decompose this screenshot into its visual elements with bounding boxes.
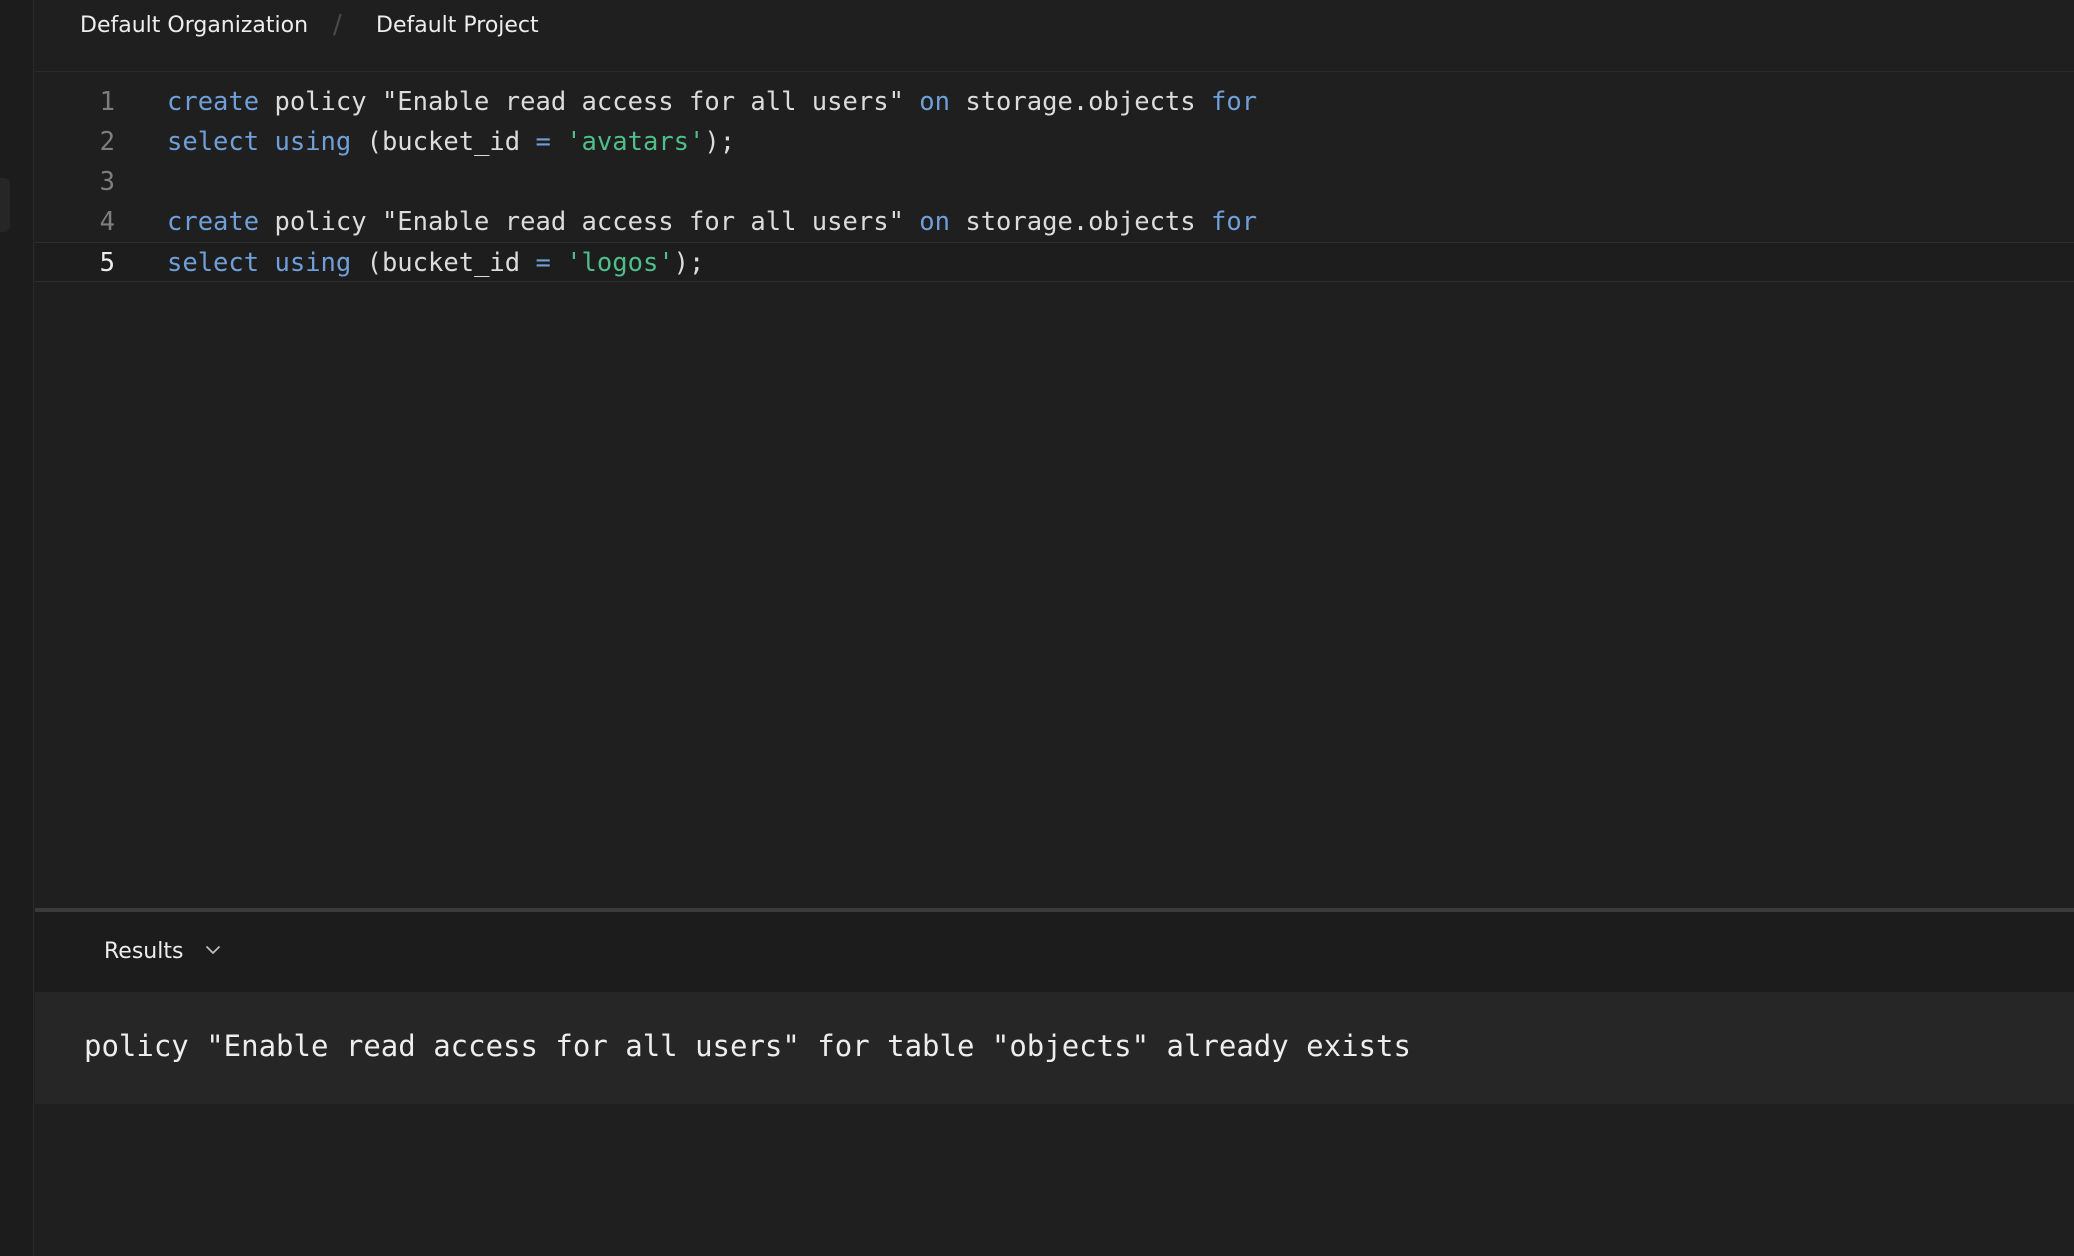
line-number: 2	[99, 127, 115, 157]
code-token: on	[919, 87, 950, 117]
code-token: storage.objects	[950, 87, 1211, 117]
code-line[interactable]: 5 select using (bucket_id = 'logos');	[35, 242, 2074, 282]
code-token: policy "Enable read access for all users…	[259, 87, 920, 117]
breadcrumb-separator: /	[333, 10, 342, 40]
code-line[interactable]: 1 create policy "Enable read access for a…	[35, 82, 2074, 122]
breadcrumb-project[interactable]: Default Project	[376, 13, 539, 38]
code-text[interactable]: create policy "Enable read access for al…	[167, 202, 1257, 242]
code-line[interactable]: 3	[35, 162, 2074, 202]
code-token: =	[535, 248, 551, 278]
error-message: policy "Enable read access for all users…	[84, 1029, 1411, 1063]
code-line[interactable]: 2 select using (bucket_id = 'avatars');	[35, 122, 2074, 162]
top-bar: Default Organization / Default Project	[35, 0, 2074, 72]
sql-editor[interactable]: 1 create policy "Enable read access for a…	[35, 72, 2074, 908]
left-sidebar	[0, 0, 34, 1256]
results-empty-area	[35, 1104, 2074, 1256]
code-token: using	[274, 248, 352, 278]
code-token: 'avatars'	[566, 127, 705, 157]
code-text[interactable]: select using (bucket_id = 'logos');	[167, 243, 704, 283]
line-number: 4	[99, 207, 115, 237]
line-number: 5	[99, 248, 115, 278]
results-tab-label[interactable]: Results	[104, 939, 183, 964]
results-panel: policy "Enable read access for all users…	[35, 992, 2074, 1104]
code-line[interactable]: 4 create policy "Enable read access for a…	[35, 202, 2074, 242]
code-token: create	[167, 207, 260, 237]
code-token: =	[535, 127, 551, 157]
sidebar-collapse-handle[interactable]	[0, 178, 10, 232]
code-token: policy "Enable read access for all users…	[259, 207, 920, 237]
code-token: 'logos'	[566, 248, 674, 278]
chevron-down-icon[interactable]	[201, 938, 225, 962]
code-token: (bucket_id	[351, 127, 536, 157]
code-token: storage.objects	[950, 207, 1211, 237]
code-token: select	[167, 248, 260, 278]
code-token: using	[274, 127, 352, 157]
line-number: 1	[99, 87, 115, 117]
code-token: create	[167, 87, 260, 117]
breadcrumb-organization[interactable]: Default Organization	[80, 13, 308, 38]
results-header: Results	[35, 912, 2074, 992]
code-token: select	[167, 127, 260, 157]
code-text[interactable]: select using (bucket_id = 'avatars');	[167, 122, 735, 162]
code-token: (bucket_id	[351, 248, 536, 278]
code-token: for	[1211, 207, 1258, 237]
code-text[interactable]: create policy "Enable read access for al…	[167, 82, 1257, 122]
code-token: for	[1211, 87, 1258, 117]
code-token: );	[704, 127, 736, 157]
code-token: on	[919, 207, 950, 237]
code-token: );	[673, 248, 705, 278]
line-number: 3	[99, 167, 115, 197]
